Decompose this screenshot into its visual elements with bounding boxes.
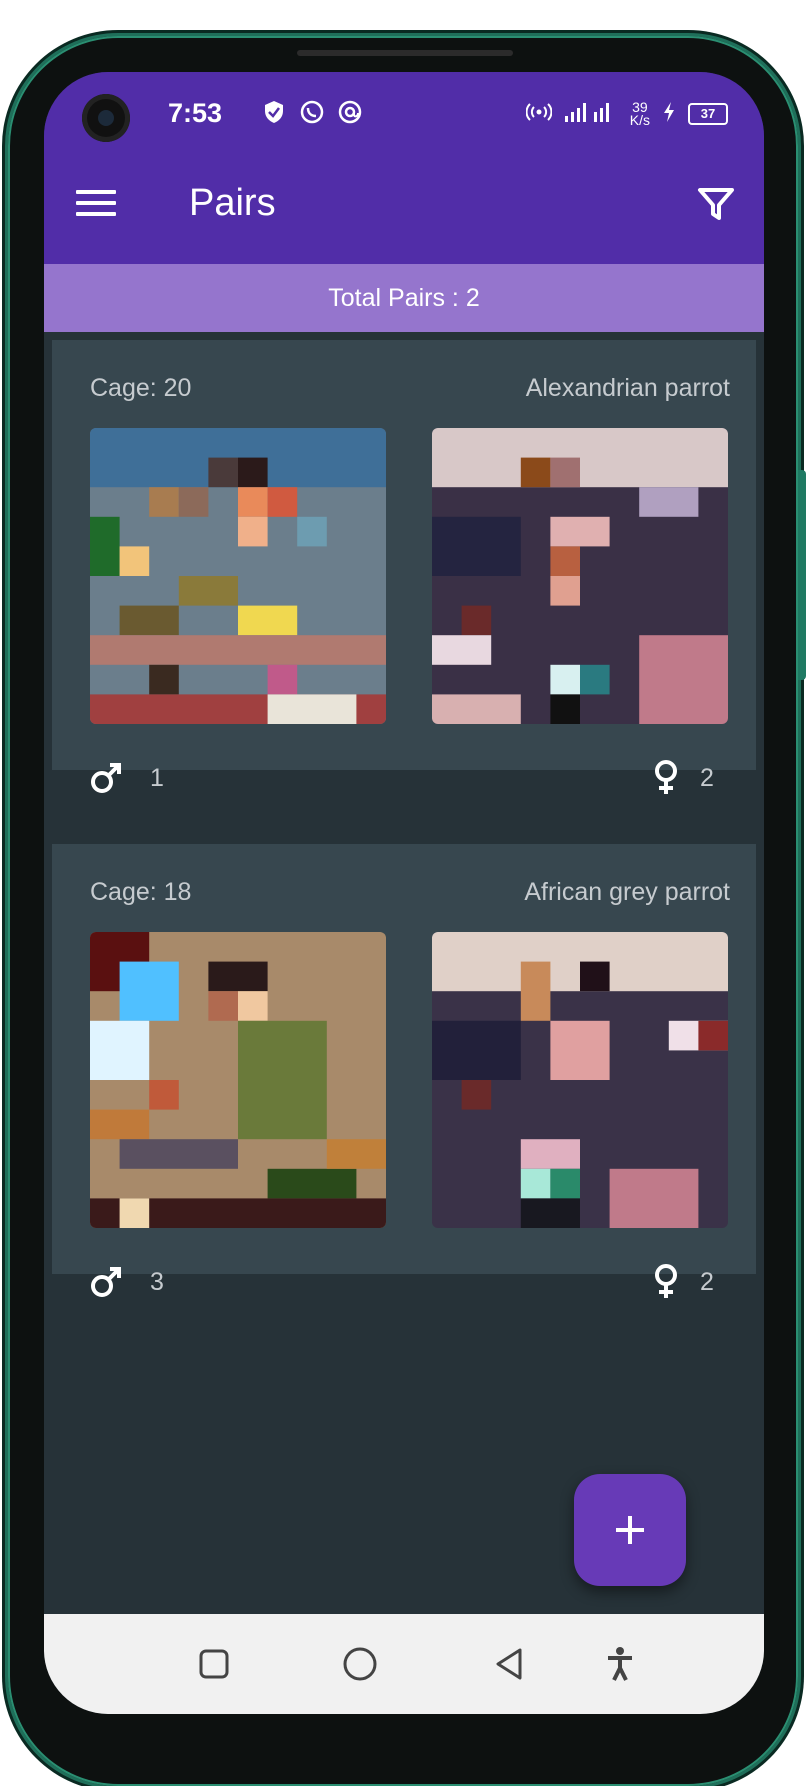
female-count: 2 [700, 1268, 714, 1296]
phone-side-button [798, 470, 806, 680]
pair-card[interactable]: Cage: 20 Alexandrian parrot 1 2 [52, 340, 756, 794]
recents-square-icon[interactable] [194, 1644, 234, 1684]
phone-speaker [297, 50, 513, 56]
male-icon [88, 1264, 124, 1305]
system-nav-bar [44, 1614, 764, 1714]
status-bar: 7:53 39 K/s 37 [44, 72, 764, 152]
status-notification-icons [260, 98, 364, 126]
status-system-icons: 39 K/s 37 [525, 98, 728, 128]
male-count: 1 [150, 764, 164, 792]
page-title: Pairs [189, 182, 276, 224]
shield-icon [260, 98, 288, 126]
male-icon [88, 760, 124, 801]
cage-label: Cage: 18 [90, 878, 192, 906]
filter-icon[interactable] [696, 184, 736, 224]
female-count: 2 [700, 764, 714, 792]
menu-icon[interactable] [76, 190, 116, 222]
battery-icon: 37 [688, 102, 728, 125]
add-pair-button[interactable] [574, 1474, 686, 1586]
accessibility-icon[interactable] [600, 1644, 640, 1684]
female-bird-photo[interactable] [432, 428, 728, 724]
status-time: 7:53 [168, 98, 223, 128]
female-icon [650, 1262, 682, 1305]
back-triangle-icon[interactable] [490, 1644, 530, 1684]
male-bird-photo[interactable] [90, 428, 386, 724]
cage-label: Cage: 20 [90, 374, 192, 402]
at-sign-icon [336, 98, 364, 126]
whatsapp-icon [298, 98, 326, 126]
species-label: Alexandrian parrot [525, 374, 730, 402]
pair-card[interactable]: Cage: 18 African grey parrot 3 2 [52, 844, 756, 1298]
home-circle-icon[interactable] [340, 1644, 380, 1684]
network-speed: 39 K/s [629, 98, 650, 128]
signal-icon [564, 100, 618, 127]
female-bird-photo[interactable] [432, 932, 728, 1228]
charging-icon [662, 101, 676, 126]
total-pairs-banner: Total Pairs : 2 [44, 264, 764, 332]
male-bird-photo[interactable] [90, 932, 386, 1228]
app-bar: Pairs [44, 152, 764, 264]
screen: 7:53 39 K/s 37 Pairs Total Pairs: 2 Cag… [44, 72, 764, 1714]
front-camera [82, 94, 130, 142]
female-icon [650, 758, 682, 801]
species-label: African grey parrot [524, 878, 730, 906]
male-count: 3 [150, 1268, 164, 1296]
hotspot-icon [525, 102, 553, 125]
plus-icon [616, 1516, 644, 1544]
